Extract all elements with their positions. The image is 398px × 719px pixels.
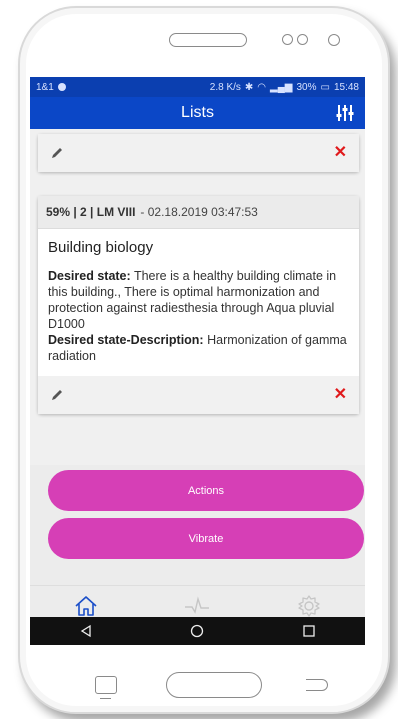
network-speed: 2.8 K/s [209, 81, 241, 93]
home-icon[interactable] [73, 594, 99, 618]
card-title: Building biology [48, 239, 154, 256]
actions-button[interactable]: Actions [48, 470, 364, 511]
gear-icon[interactable] [296, 594, 322, 618]
bluetooth-icon: ✱ [244, 81, 254, 93]
hardware-recent-key[interactable] [95, 676, 117, 699]
page-title: Lists [181, 104, 214, 121]
description-label: Desired state-Description: [48, 333, 204, 347]
card-date: - 02.18.2019 03:47:53 [140, 205, 258, 219]
card-body: Building biology Desired state: There is… [38, 229, 359, 376]
edit-pencil-icon[interactable] [50, 146, 64, 160]
back-triangle-icon[interactable] [79, 624, 93, 638]
card-actions: ✕ [38, 134, 359, 172]
hardware-home-key[interactable] [166, 672, 262, 698]
card-actions: ✕ [38, 376, 359, 414]
edit-pencil-icon[interactable] [50, 388, 64, 402]
status-bar: 1&1 2.8 K/s ✱ ◠ ▂▄▆ 30% ▭ 15:48 [30, 77, 365, 97]
button-area: Actions Vibrate [30, 465, 365, 585]
signal-icon: ▂▄▆ [270, 81, 293, 93]
carrier-label: 1&1 [36, 81, 54, 93]
pulse-icon[interactable] [184, 594, 210, 618]
list-card-previous: ✕ [38, 134, 359, 172]
card-text: Desired state: There is a healthy buildi… [48, 268, 349, 364]
delete-icon[interactable]: ✕ [334, 145, 347, 161]
card-header: 59% | 2 | LM VIII - 02.18.2019 03:47:53 [38, 196, 359, 229]
front-camera [328, 34, 340, 46]
card-score: 59% | 2 | LM VIII [46, 205, 136, 219]
delete-icon[interactable]: ✕ [334, 387, 347, 403]
phone-screen: 1&1 2.8 K/s ✱ ◠ ▂▄▆ 30% ▭ 15:48 Lists ✕ … [30, 77, 365, 645]
system-navigation-bar [30, 617, 365, 645]
recents-square-icon[interactable] [302, 624, 316, 638]
desired-state-label: Desired state: [48, 269, 131, 283]
list-card: 59% | 2 | LM VIII - 02.18.2019 03:47:53 … [38, 196, 359, 414]
speaker-grille [169, 33, 247, 47]
wifi-icon: ◠ [257, 81, 267, 93]
battery-percent: 30% [296, 81, 317, 93]
sensor-dot [282, 34, 293, 45]
battery-icon: ▭ [320, 81, 330, 93]
clock: 15:48 [333, 81, 359, 93]
sensor-dot [297, 34, 308, 45]
hardware-back-key[interactable] [306, 679, 328, 691]
app-bar: Lists [30, 97, 365, 129]
chat-notification-icon [57, 83, 66, 91]
home-circle-icon[interactable] [190, 624, 204, 638]
list-content: ✕ 59% | 2 | LM VIII - 02.18.2019 03:47:5… [30, 129, 365, 465]
filter-sliders-icon[interactable] [335, 103, 355, 123]
vibrate-button[interactable]: Vibrate [48, 518, 364, 559]
